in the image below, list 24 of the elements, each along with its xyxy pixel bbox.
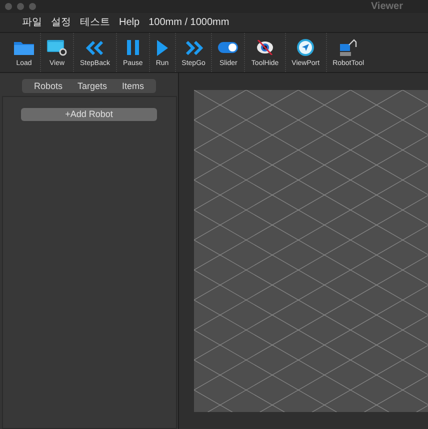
crossed-eye-icon xyxy=(256,40,274,55)
window-minimize-control[interactable] xyxy=(17,3,24,10)
menu-item[interactable]: 파일 xyxy=(22,18,42,28)
tab[interactable]: Items xyxy=(115,80,152,92)
add-robot-button[interactable]: +Add Robot xyxy=(21,108,157,121)
play-icon xyxy=(156,40,168,56)
menu-item[interactable]: 테스트 xyxy=(80,18,110,28)
navigation-arrow-icon xyxy=(297,39,314,56)
window-close-control[interactable] xyxy=(5,3,12,10)
menu-item[interactable]: Help xyxy=(119,18,140,28)
robot-arm-icon xyxy=(338,38,358,56)
tab[interactable]: Targets xyxy=(70,80,114,92)
double-chevron-left-icon xyxy=(86,40,104,54)
window-title: Viewer xyxy=(370,2,403,12)
window-icon xyxy=(47,40,67,56)
folder-icon xyxy=(14,40,34,55)
pause-icon xyxy=(126,40,140,55)
double-chevron-right-icon xyxy=(184,40,203,54)
3d-grid-viewport[interactable] xyxy=(194,90,428,412)
menu-item[interactable]: 설정 xyxy=(51,18,71,28)
window-zoom-control[interactable] xyxy=(29,3,36,10)
menu-item[interactable]: 100mm / 1000mm xyxy=(148,18,230,28)
tab[interactable]: Robots xyxy=(26,80,70,92)
toggle-icon xyxy=(218,42,238,53)
